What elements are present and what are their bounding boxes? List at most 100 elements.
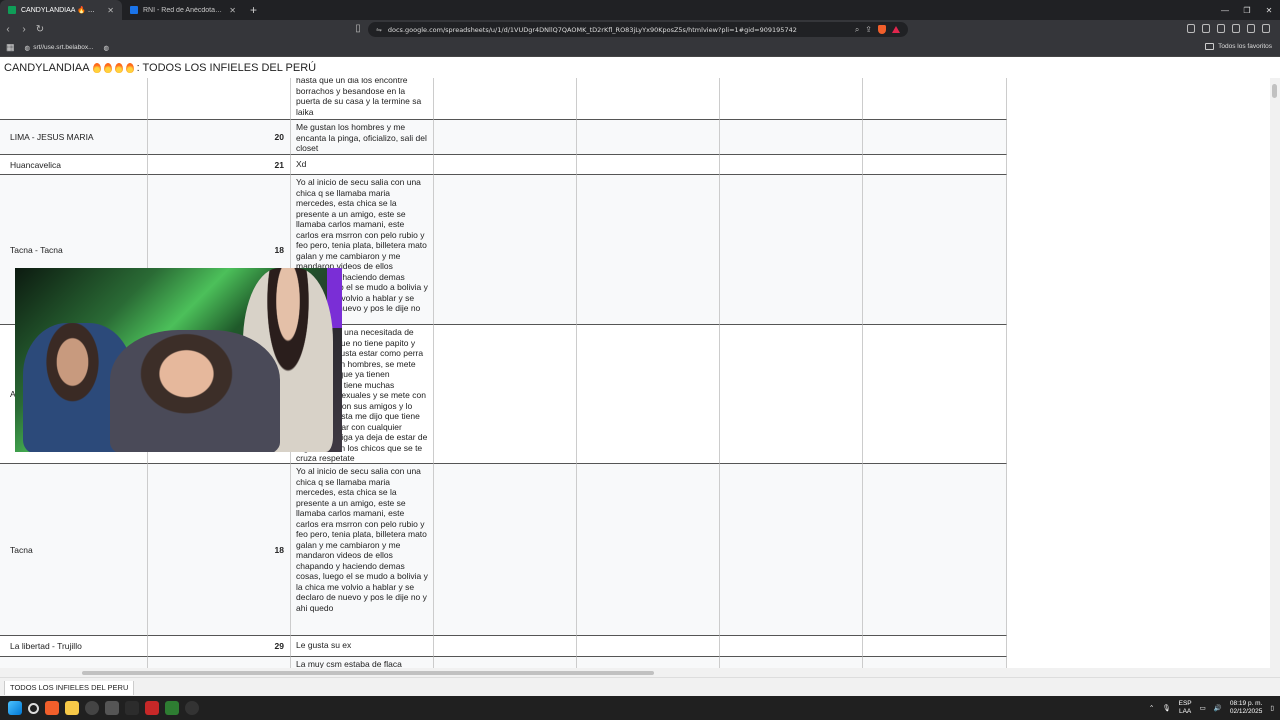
volume-icon[interactable]: 🔊: [1214, 704, 1222, 712]
cell-empty[interactable]: [863, 325, 1007, 464]
reload-icon[interactable]: ↻: [32, 24, 48, 35]
bookmark-icon[interactable]: ▯: [350, 23, 366, 34]
cell-empty[interactable]: [434, 464, 577, 636]
chrome-icon[interactable]: [85, 701, 99, 715]
brave-rewards-icon[interactable]: [892, 26, 900, 33]
notification-icon[interactable]: ▯: [1270, 704, 1274, 712]
cell-empty[interactable]: [434, 175, 577, 325]
mic-icon[interactable]: 🎙: [1162, 704, 1170, 712]
cell-age[interactable]: [148, 657, 291, 668]
windows-start-icon[interactable]: [8, 701, 22, 715]
cell-empty[interactable]: [863, 155, 1007, 175]
all-bookmarks[interactable]: Todos los favoritos: [1205, 43, 1272, 50]
cell-empty[interactable]: [720, 78, 863, 120]
cell-empty[interactable]: [720, 325, 863, 464]
media-icon[interactable]: [1232, 24, 1240, 33]
close-window-icon[interactable]: ✕: [1258, 6, 1280, 15]
cell-empty[interactable]: [720, 636, 863, 657]
cell-empty[interactable]: [577, 636, 720, 657]
restore-icon[interactable]: ❐: [1236, 6, 1258, 15]
vertical-scrollbar[interactable]: [1270, 78, 1280, 668]
cell-age[interactable]: 20: [148, 120, 291, 155]
bookmark-item[interactable]: ◍ srt//use.srt.belabox...: [25, 44, 94, 52]
cell-empty[interactable]: [434, 636, 577, 657]
cell-empty[interactable]: [577, 325, 720, 464]
zoom-icon[interactable]: ⌕: [855, 25, 859, 35]
cell-empty[interactable]: [720, 175, 863, 325]
calculator-icon[interactable]: [105, 701, 119, 715]
cell-empty[interactable]: [434, 78, 577, 120]
cell-empty[interactable]: [577, 464, 720, 636]
cell-story[interactable]: La muy csm estaba de flaca: [291, 657, 434, 668]
sheet-tab[interactable]: TODOS LOS INFIELES DEL PERU: [4, 681, 135, 695]
cell-empty[interactable]: [434, 155, 577, 175]
media-player-icon[interactable]: [165, 701, 179, 715]
cell-empty[interactable]: [720, 464, 863, 636]
cell-story[interactable]: Me gustan los hombres y me encanta la pi…: [291, 120, 434, 155]
brave-shield-icon[interactable]: [878, 25, 886, 34]
share-icon[interactable]: ⇪: [865, 25, 872, 34]
obs-icon[interactable]: [185, 701, 199, 715]
forward-icon[interactable]: ›: [16, 24, 32, 35]
cell-empty[interactable]: [577, 175, 720, 325]
globe-icon[interactable]: ◍: [104, 44, 110, 52]
search-icon[interactable]: [28, 702, 39, 714]
browser-tab-rni[interactable]: RNI - Red de Anécdotas de Infidelidad ✕: [122, 0, 244, 20]
lang-code: ESP: [1178, 700, 1192, 707]
cell-location[interactable]: La libertad - Trujillo: [0, 636, 148, 657]
tab-close-icon[interactable]: ✕: [229, 6, 236, 15]
horizontal-scroll-thumb[interactable]: [82, 671, 654, 675]
cell-empty[interactable]: [434, 325, 577, 464]
back-icon[interactable]: ‹: [0, 24, 16, 35]
cell-empty[interactable]: [863, 636, 1007, 657]
cell-location[interactable]: [0, 657, 148, 668]
puzzle-icon[interactable]: [1202, 24, 1210, 33]
cell-empty[interactable]: [863, 464, 1007, 636]
browser-tab-sheet[interactable]: CANDYLANDIAA 🔥 🔥 🔥 🔥 - G ✕: [0, 0, 122, 20]
sidebar-icon[interactable]: [1247, 24, 1255, 33]
cell-empty[interactable]: [863, 120, 1007, 155]
clock[interactable]: 08:19 p. m. 02/12/2025: [1230, 700, 1263, 716]
cell-age[interactable]: 18: [148, 464, 291, 636]
network-icon[interactable]: ▭: [1200, 704, 1206, 712]
cell-location[interactable]: Huancavelica: [0, 155, 148, 175]
new-tab-icon[interactable]: +: [244, 3, 263, 17]
cell-empty[interactable]: [434, 120, 577, 155]
cell-empty[interactable]: [863, 175, 1007, 325]
cell-empty[interactable]: [863, 657, 1007, 668]
cell-empty[interactable]: [720, 120, 863, 155]
cell-empty[interactable]: [720, 657, 863, 668]
cell-age[interactable]: 29: [148, 636, 291, 657]
file-explorer-icon[interactable]: [65, 701, 79, 715]
cell-location[interactable]: Tacna: [0, 464, 148, 636]
cell-story[interactable]: Yo al inicio de secu salia con una chica…: [291, 464, 434, 636]
cell-empty[interactable]: [577, 155, 720, 175]
record-app-icon[interactable]: [145, 701, 159, 715]
address-bar[interactable]: ⇋ docs.google.com/spreadsheets/u/1/d/1VU…: [368, 22, 908, 37]
cell-story[interactable]: Le gusta su ex: [291, 636, 434, 657]
cell-location[interactable]: LIMA - JESUS MARIA: [0, 120, 148, 155]
terminal-icon[interactable]: [125, 701, 139, 715]
vertical-scroll-thumb[interactable]: [1272, 84, 1277, 98]
cell-empty[interactable]: [577, 78, 720, 120]
cell-age[interactable]: 21: [148, 155, 291, 175]
language-indicator[interactable]: ESP LAA: [1179, 700, 1192, 716]
tab-close-icon[interactable]: ✕: [107, 6, 114, 15]
menu-icon[interactable]: [1262, 24, 1270, 33]
brave-browser-icon[interactable]: [45, 701, 59, 715]
extension-icon[interactable]: [1187, 24, 1195, 33]
chevron-up-icon[interactable]: ⌃: [1149, 704, 1154, 712]
wallet-icon[interactable]: [1217, 24, 1225, 33]
cell-story[interactable]: hasta que un dia los encontre borrachos …: [291, 78, 434, 120]
cell-empty[interactable]: [577, 120, 720, 155]
cell-empty[interactable]: [720, 155, 863, 175]
site-info-icon[interactable]: ⇋: [376, 26, 382, 34]
cell-location[interactable]: [0, 78, 148, 120]
apps-grid-icon[interactable]: ▦: [6, 42, 15, 53]
cell-empty[interactable]: [577, 657, 720, 668]
cell-empty[interactable]: [863, 78, 1007, 120]
cell-empty[interactable]: [434, 657, 577, 668]
minimize-icon[interactable]: —: [1214, 6, 1236, 15]
cell-story[interactable]: Xd: [291, 155, 434, 175]
cell-age[interactable]: [148, 78, 291, 120]
